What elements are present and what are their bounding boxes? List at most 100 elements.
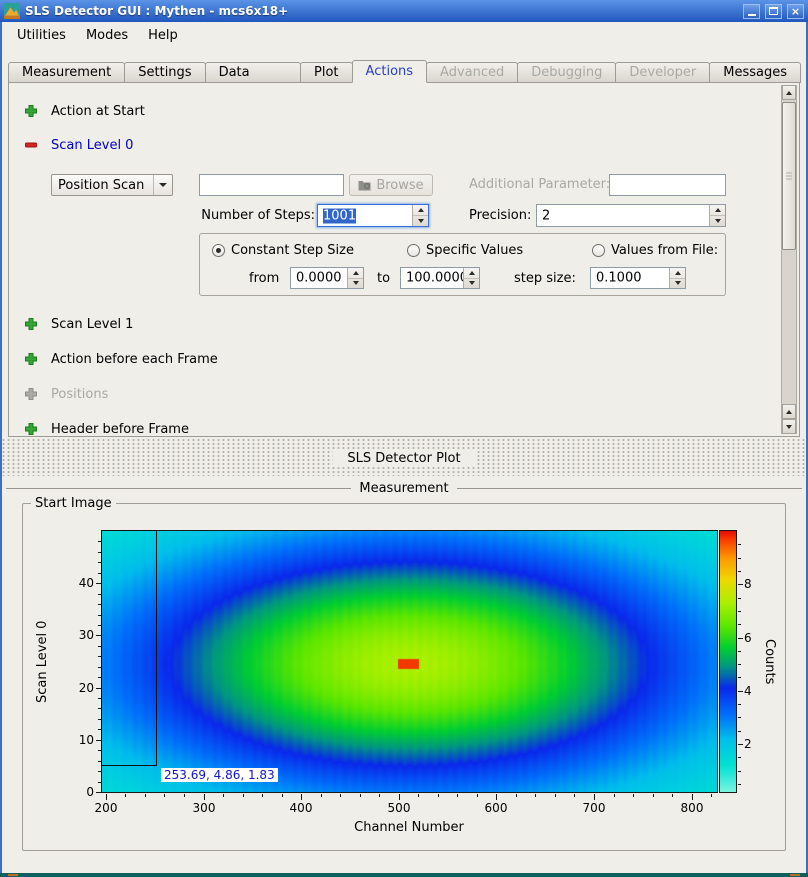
heatmap-plot-canvas[interactable] [101,530,718,793]
radio-dot[interactable] [407,244,420,257]
tab-data-output[interactable]: Data Output [205,62,301,83]
number-of-steps-spinbox[interactable]: 1001 [317,204,429,227]
x-minor-tick [125,794,126,797]
x-tick-label: 600 [471,801,521,815]
vertical-scrollbar[interactable] [781,85,797,434]
radio-dot-selected[interactable] [212,244,225,257]
specific-values-label: Specific Values [426,243,523,258]
colorbar-minor-tick [738,611,741,612]
colorbar-minor-tick [738,704,741,705]
x-minor-tick [282,794,283,797]
x-minor-tick [145,794,146,797]
splitter-handle[interactable] [0,469,808,476]
tab-settings[interactable]: Settings [124,62,205,83]
action-before-each-frame-row[interactable]: Action before each Frame [23,351,218,367]
x-minor-tick [321,794,322,797]
plot-dock-title[interactable]: SLS Detector Plot [0,447,808,469]
expand-plus-icon-disabled [23,386,39,402]
expand-plus-icon[interactable] [23,351,39,367]
x-tick-label: 700 [569,801,619,815]
splitter-handle[interactable] [0,437,808,447]
x-minor-tick [477,794,478,797]
actions-tab-panel: Action at Start Scan Level 0 Position Sc… [8,82,800,437]
collapse-minus-icon[interactable] [23,137,39,153]
minimize-button[interactable] [743,4,760,19]
scrollbar-thumb[interactable] [782,102,796,250]
from-spinbox[interactable]: 0.0000 [290,267,364,289]
header-before-frame-label: Header before Frame [51,422,189,437]
tab-messages[interactable]: Messages [709,62,801,83]
spin-up-button[interactable] [464,268,479,278]
title-bar[interactable]: SLS Detector GUI : Mythen - mcs6x18+ × [0,0,808,22]
scan-level-1-row[interactable]: Scan Level 1 [23,316,133,332]
resize-grip[interactable] [790,874,800,876]
spin-down-button[interactable] [670,278,685,289]
spin-down-button[interactable] [348,278,363,289]
tab-actions[interactable]: Actions [352,60,428,83]
radio-dot[interactable] [592,244,605,257]
spin-up-button[interactable] [348,268,363,278]
expand-plus-icon[interactable] [23,316,39,332]
tab-measurement[interactable]: Measurement [8,62,125,83]
menu-item-modes[interactable]: Modes [77,25,137,46]
scan-level-0-row[interactable]: Scan Level 0 [23,137,133,153]
tab-plot[interactable]: Plot [300,62,353,83]
action-at-start-row[interactable]: Action at Start [23,103,145,119]
colorbar-minor-tick [738,757,741,758]
x-minor-tick [555,794,556,797]
scan-script-input[interactable] [199,174,344,196]
colorbar-tick-label: 6 [744,631,752,645]
scrollbar-up-button[interactable] [782,85,796,100]
x-tick-label: 400 [276,801,326,815]
maximize-button[interactable] [765,4,782,19]
radio-values-from-file[interactable]: Values from File: [592,243,718,258]
browse-label: Browse [376,178,423,193]
y-axis-title: Scan Level 0 [35,530,52,793]
step-size-value: 0.1000 [596,271,642,286]
spin-down-button[interactable] [710,215,725,226]
colorbar-minor-tick [738,544,741,545]
radio-specific-values[interactable]: Specific Values [407,243,523,258]
scan-level-0-label: Scan Level 0 [51,138,133,153]
step-size-spinbox[interactable]: 0.1000 [590,267,686,289]
spin-buttons [347,268,363,288]
scan-mode-combobox[interactable]: Position Scan [51,174,173,196]
chevron-down-icon[interactable] [153,175,172,195]
menu-item-help[interactable]: Help [139,25,187,46]
resize-grip[interactable] [8,874,18,876]
header-before-frame-row[interactable]: Header before Frame [23,421,189,437]
menu-item-utilities[interactable]: Utilities [8,25,75,46]
radio-constant-step-size[interactable]: Constant Step Size [212,243,354,258]
precision-spinbox[interactable]: 2 [536,204,726,227]
spin-up-button[interactable] [710,205,725,215]
x-tick-label: 200 [81,801,131,815]
x-minor-tick [672,794,673,797]
from-label: from [249,271,279,286]
colorbar-title: Counts [760,530,777,793]
colorbar-tick-label: 8 [744,577,752,591]
x-minor-tick [223,794,224,797]
x-major-tick [301,794,302,800]
x-major-tick [106,794,107,800]
expand-plus-icon[interactable] [23,421,39,437]
window-frame-bottom[interactable] [0,873,808,877]
spin-up-button[interactable] [413,205,428,215]
x-minor-tick [457,794,458,797]
to-spinbox[interactable]: 100.0000 [400,267,480,289]
heatmap-image[interactable] [102,531,717,792]
additional-parameter-input[interactable] [609,174,726,196]
y-tick-label: 30 [53,628,94,642]
close-button[interactable]: × [787,4,804,19]
spin-up-button[interactable] [670,268,685,278]
colorbar-minor-tick [738,664,741,665]
x-minor-tick [574,794,575,797]
to-value: 100.0000 [406,271,468,286]
spin-down-button[interactable] [464,278,479,289]
menu-bar: UtilitiesModesHelp [2,22,806,49]
step-size-label: step size: [514,271,576,286]
scrollbar-down-button[interactable] [782,419,796,434]
folder-icon [358,179,371,191]
expand-plus-icon[interactable] [23,103,39,119]
spin-down-button[interactable] [413,215,428,226]
scrollbar-up-button-bottom[interactable] [782,404,796,419]
